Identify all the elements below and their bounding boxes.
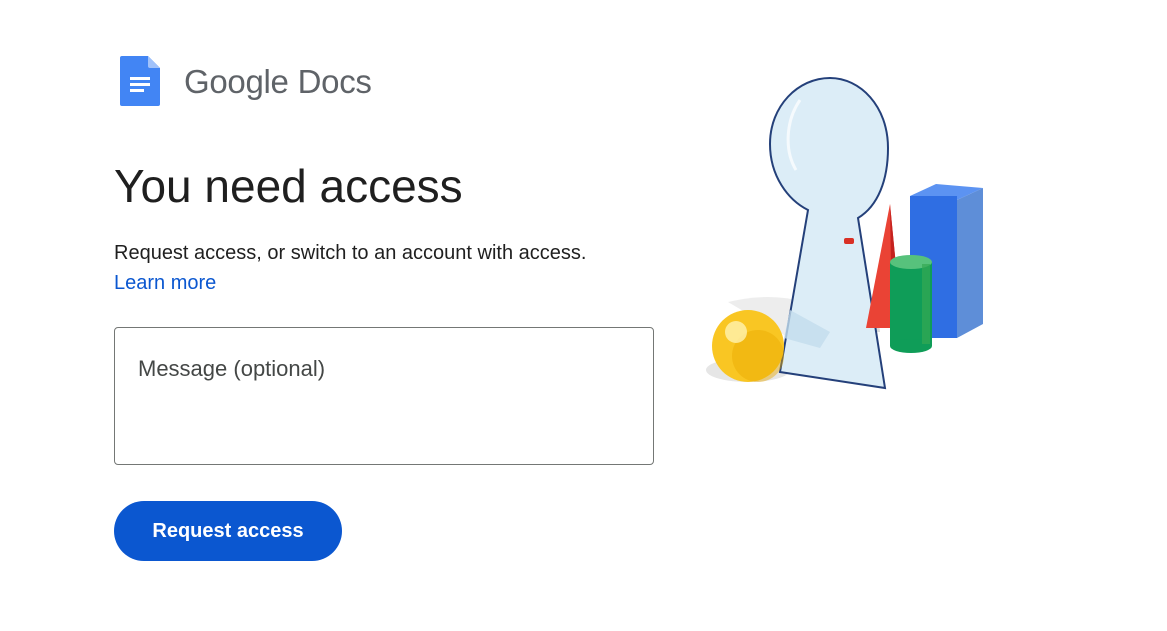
description-block: Request access, or switch to an account … [114,238,586,298]
google-docs-icon [120,56,160,106]
yellow-ball [712,310,784,382]
brand-google: Google [184,62,289,100]
request-access-button[interactable]: Request access [114,501,342,561]
logo-row: Google Docs [114,52,372,110]
description-text: Request access, or switch to an account … [114,242,587,264]
message-input[interactable] [114,327,654,465]
page-title: You need access [114,160,463,212]
brand-product: Docs [297,62,372,100]
green-cylinder [890,255,932,353]
access-page: Google Docs You need access Request acces… [0,0,1167,631]
brand-wordmark: Google Docs [184,65,372,98]
keyhole-illustration [706,76,983,390]
learn-more-link[interactable]: Learn more [114,268,586,298]
keyhole-mirror [768,76,890,390]
